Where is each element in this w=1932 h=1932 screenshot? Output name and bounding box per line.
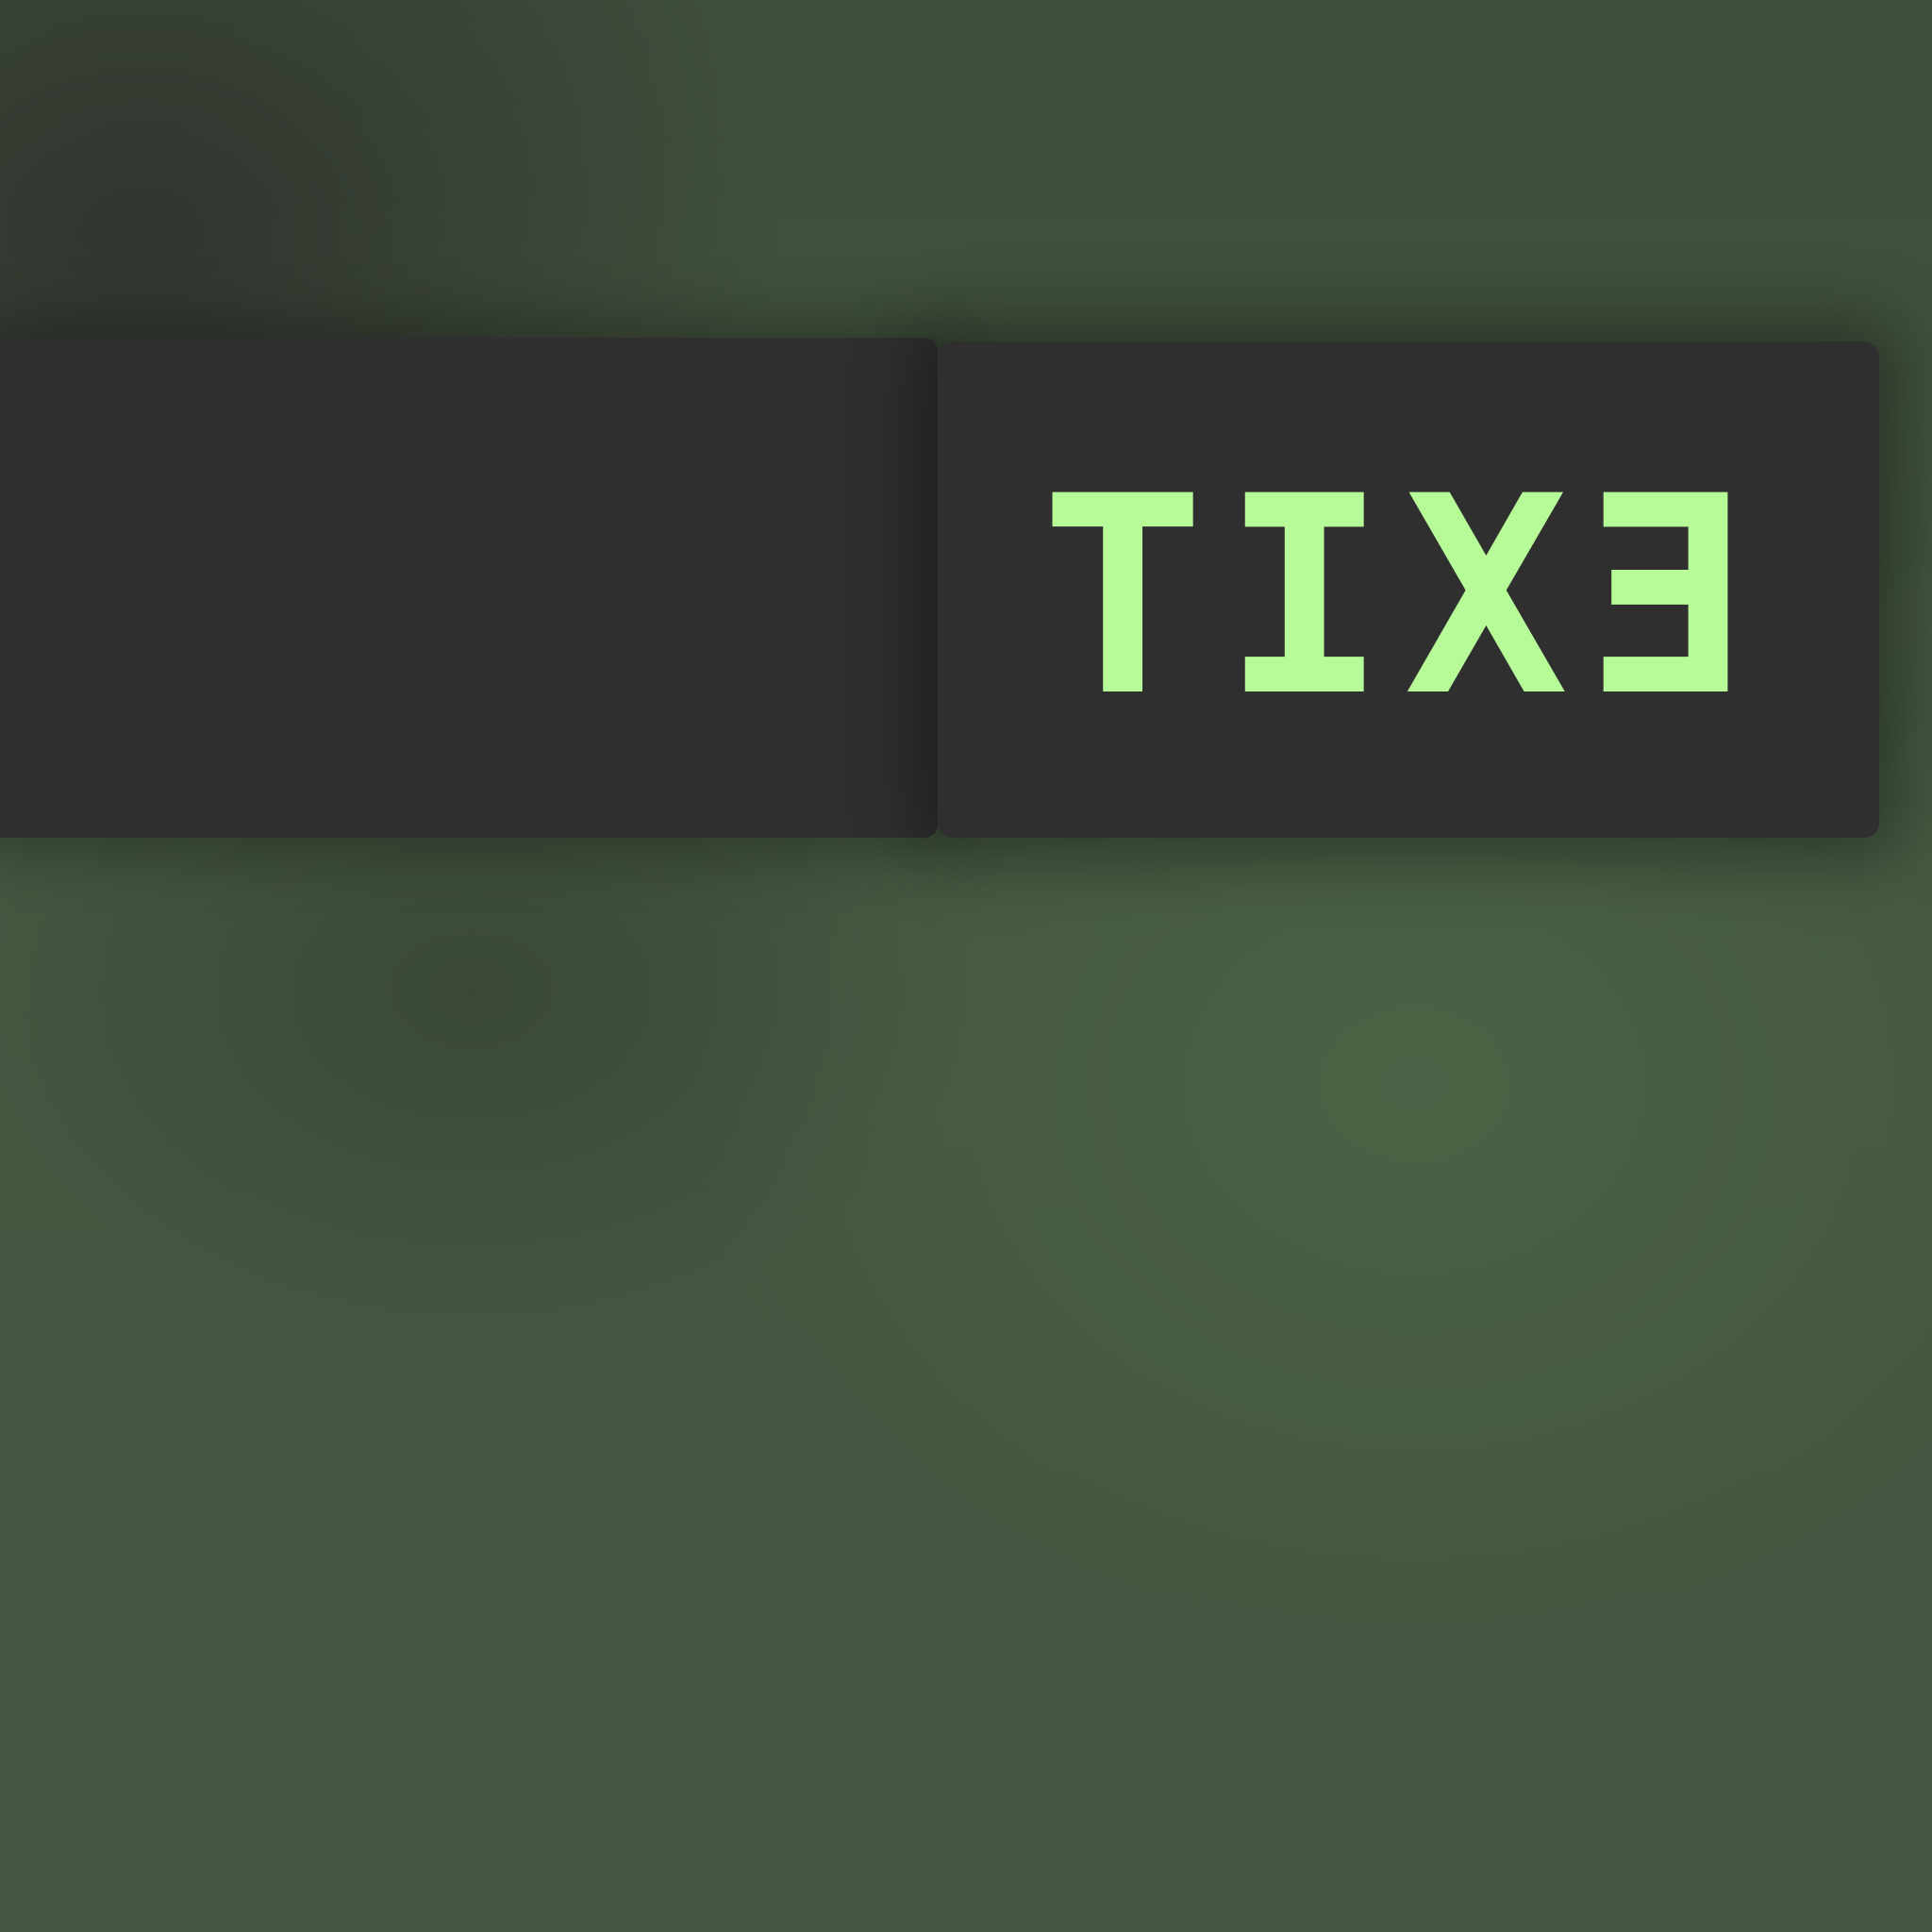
blurred-background bbox=[0, 0, 1932, 1932]
exit-sign-text: EXIT bbox=[1023, 439, 1751, 757]
sign-panel-left bbox=[0, 338, 938, 838]
